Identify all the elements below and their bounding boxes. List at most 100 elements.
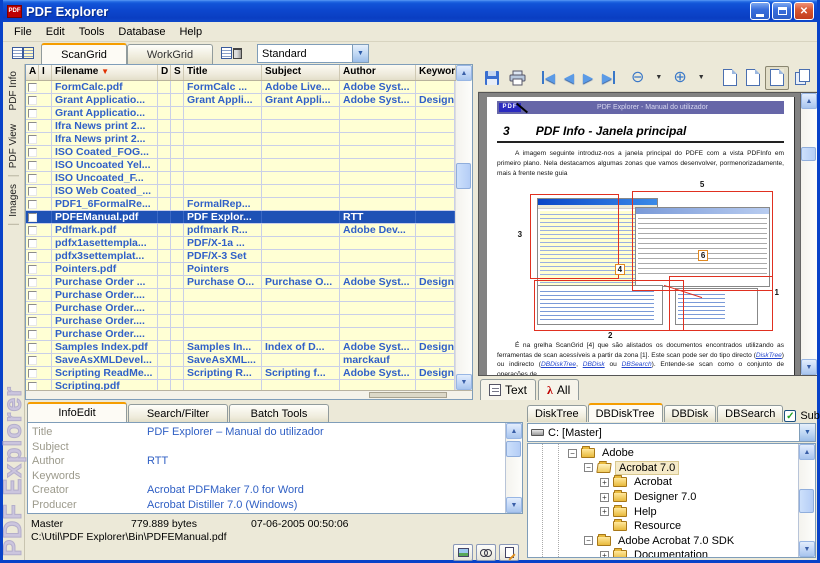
clear-grid-button[interactable] [215,43,247,63]
row-checkbox[interactable] [26,146,52,158]
table-row[interactable]: Grant Applicatio... [26,107,455,120]
info-scroll-up[interactable]: ▲ [506,423,522,439]
row-checkbox[interactable] [26,315,52,327]
zoom-in-menu[interactable]: ▼ [692,66,711,90]
tab-dbsearch[interactable]: DBSearch [717,405,784,422]
table-row[interactable]: Ifra News print 2... [26,133,455,146]
edit-image-button[interactable] [453,544,473,561]
table-row[interactable]: Scripting ReadMe... Scripting R... Scripti… [26,367,455,380]
table-row[interactable]: Scripting.pdf [26,380,455,390]
tree-node-label[interactable]: Adobe [599,447,637,459]
next-page-button[interactable]: ▶ [579,66,597,90]
profile-select[interactable]: Standard ▼ [257,44,369,63]
collapse-icon[interactable]: − [584,463,593,473]
row-checkbox[interactable] [26,224,52,236]
tree-node-label[interactable]: Help [631,506,660,518]
row-checkbox[interactable] [26,367,52,379]
subfolders-checkbox[interactable]: ✓ [784,410,797,422]
table-row[interactable]: PDFEManual.pdf PDF Explor... RTT [26,211,455,224]
tree-node-label[interactable]: Acrobat [631,476,675,488]
col-author[interactable]: Author [340,65,416,80]
table-row[interactable]: Samples Index.pdf Samples In... Index of D… [26,341,455,354]
last-page-button[interactable]: ▶ [598,66,619,90]
tree-node[interactable]: + Help [528,504,798,519]
row-checkbox[interactable] [26,289,52,301]
row-checkbox[interactable] [26,354,52,366]
tree-node-label[interactable]: Acrobat 7.0 [615,460,680,475]
info-scrollbar[interactable]: ▲ ▼ [505,423,522,513]
table-row[interactable]: Grant Applicatio... Grant Appli... Grant A… [26,94,455,107]
col-filename[interactable]: Filename ▼ [52,65,158,80]
table-row[interactable]: pdfx3settemplat... PDF/X-3 Set [26,250,455,263]
col-a[interactable]: A [26,65,39,80]
col-title[interactable]: Title [184,65,262,80]
row-checkbox[interactable] [26,120,52,132]
row-checkbox[interactable] [26,328,52,340]
grid-scroll-up[interactable]: ▲ [456,65,472,81]
table-row[interactable]: Purchase Order.... [26,315,455,328]
tree-node[interactable]: + Documentation [528,548,798,557]
field-value[interactable]: Acrobat Distiller 7.0 (Windows) [147,499,297,511]
tab-pdf-info[interactable]: PDF Info [8,64,19,117]
table-row[interactable]: Purchase Order ... Purchase O... Purchase … [26,276,455,289]
table-row[interactable]: ISO Coated_FOG... [26,146,455,159]
row-checkbox[interactable] [26,81,52,93]
transfer-grid-button[interactable] [7,43,39,63]
tree-scroll-up[interactable]: ▲ [799,444,815,460]
menu-tools[interactable]: Tools [72,24,112,40]
tab-batch-tools[interactable]: Batch Tools [229,404,329,422]
info-scroll-thumb[interactable] [506,441,521,458]
save-button[interactable] [480,66,504,90]
row-checkbox[interactable] [26,159,52,171]
table-row[interactable]: FormCalc.pdf FormCalc ... Adobe Live... Ado… [26,81,455,94]
row-checkbox[interactable] [26,250,52,262]
preview-vertical-scrollbar[interactable]: ▲ ▼ [800,93,817,375]
minimize-button[interactable] [750,2,770,20]
single-page-button[interactable] [719,66,741,90]
link-dbdisk[interactable]: DBDisk [583,361,605,368]
tree-node[interactable]: + Acrobat [528,475,798,490]
zoom-in-button[interactable]: ⊕ [669,66,690,90]
menu-file[interactable]: File [7,24,39,40]
tree-node[interactable]: − Adobe Acrobat 7.0 SDK [528,533,798,549]
table-row[interactable]: SaveAsXMLDevel... SaveAsXML... marckauf [26,354,455,367]
grid-hscroll-thumb[interactable] [369,392,447,398]
view-button[interactable] [476,544,496,561]
grid-horizontal-scrollbar[interactable] [26,390,472,399]
table-row[interactable]: Pdfmark.pdf pdfmark R... Adobe Dev... [26,224,455,237]
link-dbdisktree[interactable]: DBDiskTree [541,361,576,368]
tree-node[interactable]: − Adobe [528,446,798,461]
tab-disktree[interactable]: DiskTree [527,405,587,422]
row-checkbox[interactable] [26,276,52,288]
row-checkbox[interactable] [26,263,52,275]
link-dbsearch[interactable]: DBSearch [622,361,652,368]
row-checkbox[interactable] [26,302,52,314]
field-value[interactable]: PDF Explorer – Manual do utilizador [147,426,324,438]
info-scroll-down[interactable]: ▼ [506,497,522,513]
expand-icon[interactable]: + [600,550,609,557]
table-row[interactable]: Purchase Order.... [26,328,455,341]
tab-images[interactable]: Images [8,176,19,225]
close-button[interactable]: ✕ [794,2,814,20]
link-disktree[interactable]: DiskTree [756,352,782,359]
tree-scrollbar[interactable]: ▲ ▼ [798,444,815,557]
previous-page-button[interactable]: ◀ [560,66,578,90]
tab-text[interactable]: Text [480,379,537,400]
row-checkbox[interactable] [26,380,52,390]
tree-node-label[interactable]: Adobe Acrobat 7.0 SDK [615,535,737,547]
zoom-out-menu[interactable]: ▼ [649,66,668,90]
tab-pdf-view[interactable]: PDF View [8,117,19,177]
tree-node-label[interactable]: Documentation [631,549,711,557]
col-i[interactable]: I [39,65,52,80]
tree-node-label[interactable]: Resource [631,520,684,532]
menu-help[interactable]: Help [172,24,209,40]
table-row[interactable]: PDF1_6FormalRe... FormalRep... [26,198,455,211]
table-row[interactable]: Pointers.pdf Pointers [26,263,455,276]
continuous-pages-button[interactable] [764,65,789,90]
extract-pages-button[interactable] [791,66,815,90]
zoom-out-button[interactable]: ⊖ [627,66,648,90]
menu-database[interactable]: Database [111,24,172,40]
col-d[interactable]: D [158,65,171,80]
tab-scangrid[interactable]: ScanGrid [41,43,127,64]
tree-node[interactable]: + Designer 7.0 [528,490,798,505]
